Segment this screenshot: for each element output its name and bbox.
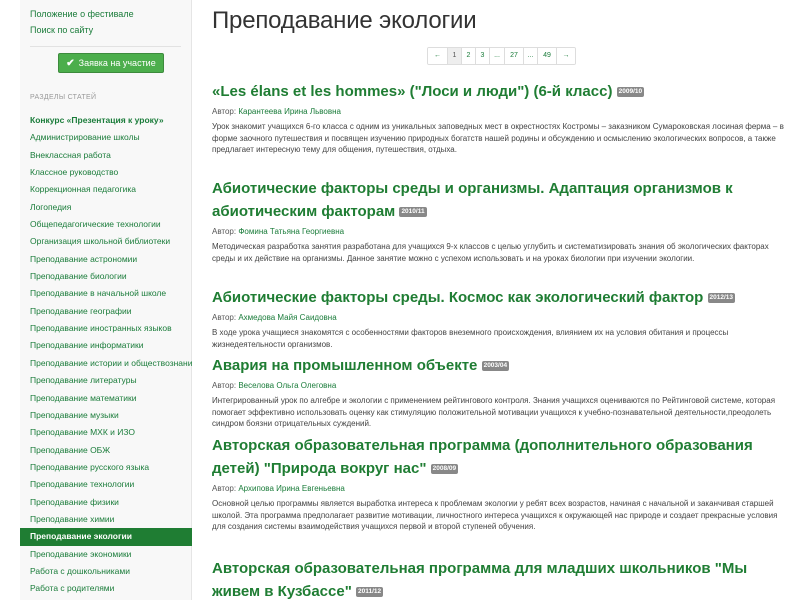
sidebar-category-item[interactable]: Преподавание экологии — [20, 528, 192, 546]
sidebar-category-item[interactable]: Преподавание МХК и ИЗО — [20, 424, 192, 441]
sections-heading: РАЗДЕЛЫ СТАТЕЙ — [30, 94, 97, 101]
article-item: Абиотические факторы среды и организмы. … — [212, 177, 792, 264]
article-title-link[interactable]: Авторская образовательная программа для … — [212, 560, 747, 600]
article-item: «Les élans et les hommes» ("Лоси и люди"… — [212, 80, 792, 156]
article-date-badge: 2011/12 — [355, 587, 384, 598]
article-title-link[interactable]: Авторская образовательная программа (доп… — [212, 437, 753, 477]
author-name-link[interactable]: Архипова Ирина Евгеньевна — [238, 484, 344, 493]
author-name-link[interactable]: Веселова Ольга Олеговна — [238, 381, 336, 390]
sidebar-category-item[interactable]: Преподавание биологии — [20, 268, 192, 285]
sidebar-category-item[interactable]: Логопедия — [20, 199, 192, 216]
apply-button[interactable]: ✔ Заявка на участие — [58, 53, 164, 73]
pagination: ← 1 2 3... 27... 49 → — [427, 47, 576, 65]
check-icon: ✔ — [66, 57, 75, 69]
article-date-badge: 2012/13 — [707, 293, 735, 304]
article-title-link[interactable]: Абиотические факторы среды. Космос как э… — [212, 289, 703, 306]
sidebar-category-item[interactable]: Преподавание музыки — [20, 407, 192, 424]
sidebar-category-item[interactable]: Общепедагогические технологии — [20, 216, 192, 233]
article-title-link[interactable]: «Les élans et les hommes» ("Лоси и люди"… — [212, 83, 612, 100]
article-author-row: Автор: Карантеева Ирина Львовна — [212, 107, 792, 116]
pager-page-1[interactable]: 1 — [447, 48, 461, 64]
author-name-link[interactable]: Фомина Татьяна Георгиевна — [238, 227, 344, 236]
sidebar-category-item[interactable]: Преподавание в начальной школе — [20, 285, 192, 302]
article-title-link[interactable]: Авария на промышленном объекте — [212, 357, 477, 374]
page-title: Преподавание экологии — [212, 7, 477, 34]
sidebar-category-item[interactable]: Коррекционная педагогика — [20, 181, 192, 198]
article-title-row: «Les élans et les hommes» ("Лоси и люди"… — [212, 80, 792, 103]
festival-rules-link[interactable]: Положение о фестивале — [30, 6, 191, 22]
sidebar-category-item[interactable]: Преподавание истории и обществознания — [20, 355, 192, 372]
author-label: Автор: — [212, 107, 237, 116]
article-title-link[interactable]: Абиотические факторы среды и организмы. … — [212, 180, 733, 220]
pager-ellipsis: ... — [489, 48, 504, 64]
author-name-link[interactable]: Карантеева Ирина Львовна — [238, 107, 341, 116]
sidebar-category-item[interactable]: Преподавание географии — [20, 303, 192, 320]
article-description: Интегрированный урок по алгебре и эколог… — [212, 396, 776, 428]
sidebar-category-item[interactable]: Организация школьной библиотеки — [20, 233, 192, 250]
sidebar: Положение о фестивале Поиск по сайту ✔ З… — [20, 0, 192, 600]
sidebar-category-item[interactable]: Преподавание русского языка — [20, 459, 192, 476]
pager-ellipsis: ... — [523, 48, 537, 64]
pager-page-2[interactable]: 2 — [461, 48, 475, 64]
author-label: Автор: — [212, 381, 237, 390]
sidebar-category-item[interactable]: Преподавание ОБЖ — [20, 442, 192, 459]
author-label: Автор: — [212, 484, 237, 493]
sidebar-category-item[interactable]: Преподавание литературы — [20, 372, 192, 389]
sidebar-category-item[interactable]: Администрирование школы — [20, 129, 192, 146]
sidebar-category-item[interactable]: Преподавание иностранных языков — [20, 320, 192, 337]
sidebar-category-item[interactable]: Преподавание физики — [20, 494, 192, 511]
article-item: Авария на промышленном объекте 2003/04 Ав… — [212, 354, 792, 430]
article-description: В ходе урока учащиеся знакомятся с особе… — [212, 328, 729, 349]
author-label: Автор: — [212, 227, 237, 236]
apply-button-label: Заявка на участие — [78, 58, 156, 68]
article-title-row: Абиотические факторы среды. Космос как э… — [212, 286, 792, 309]
sidebar-category-item[interactable]: Внеклассная работа — [20, 147, 192, 164]
article-item: Авторская образовательная программа для … — [212, 557, 792, 600]
article-item: Абиотические факторы среды. Космос как э… — [212, 286, 792, 350]
article-date-badge: 2009/10 — [616, 87, 645, 98]
author-label: Автор: — [212, 313, 237, 322]
pager-prev-arrow[interactable]: ← — [428, 48, 447, 64]
pager-next-arrow[interactable]: → — [556, 48, 575, 64]
pager-page-3[interactable]: 3 — [475, 48, 489, 64]
article-author-row: Автор: Фомина Татьяна Георгиевна — [212, 227, 792, 236]
article-author-row: Автор: Архипова Ирина Евгеньевна — [212, 484, 792, 493]
sidebar-category-item[interactable]: Преподавание астрономии — [20, 251, 192, 268]
article-title-row: Авария на промышленном объекте 2003/04 — [212, 354, 792, 377]
sidebar-category-item[interactable]: Преподавание технологии — [20, 476, 192, 493]
pager-page-5[interactable]: 27 — [504, 48, 523, 64]
article-description: Методическая разработка занятия разработ… — [212, 242, 769, 263]
article-title-row: Авторская образовательная программа (доп… — [212, 434, 792, 480]
divider — [30, 46, 181, 47]
sidebar-category-item[interactable]: Преподавание химии — [20, 511, 192, 528]
article-description: Основной целью программы является вырабо… — [212, 499, 778, 531]
sidebar-category-item[interactable]: Преподавание информатики — [20, 337, 192, 354]
sidebar-top-links: Положение о фестивале Поиск по сайту — [20, 0, 191, 38]
sidebar-category-item[interactable]: Работа с дошкольниками — [20, 563, 192, 580]
article-description: Урок знакомит учащихся 6-го класса с одн… — [212, 122, 784, 154]
author-name-link[interactable]: Ахмедова Майя Саидовна — [238, 313, 336, 322]
article-author-row: Автор: Веселова Ольга Олеговна — [212, 381, 792, 390]
article-date-badge: 2008/09 — [430, 464, 459, 475]
pager-page-7[interactable]: 49 — [537, 48, 556, 64]
site-search-link[interactable]: Поиск по сайту — [30, 22, 191, 38]
article-date-badge: 2010/11 — [399, 207, 427, 218]
sidebar-category-item[interactable]: Преподавание экономики — [20, 546, 192, 563]
sidebar-category-item[interactable]: Работа с родителями — [20, 580, 192, 597]
article-date-badge: 2003/04 — [481, 361, 510, 372]
article-item: Авторская образовательная программа (доп… — [212, 434, 792, 533]
category-list: Конкурс «Презентация к уроку» Администрир… — [20, 112, 192, 598]
main-content: Преподавание экологии ← 1 2 3... 27... 49 → «L… — [212, 0, 792, 600]
sidebar-category-item[interactable]: Преподавание математики — [20, 390, 192, 407]
article-title-row: Абиотические факторы среды и организмы. … — [212, 177, 792, 223]
article-title-row: Авторская образовательная программа для … — [212, 557, 792, 600]
article-author-row: Автор: Ахмедова Майя Саидовна — [212, 313, 792, 322]
sidebar-category-item[interactable]: Конкурс «Презентация к уроку» — [20, 112, 192, 129]
sidebar-category-item[interactable]: Классное руководство — [20, 164, 192, 181]
